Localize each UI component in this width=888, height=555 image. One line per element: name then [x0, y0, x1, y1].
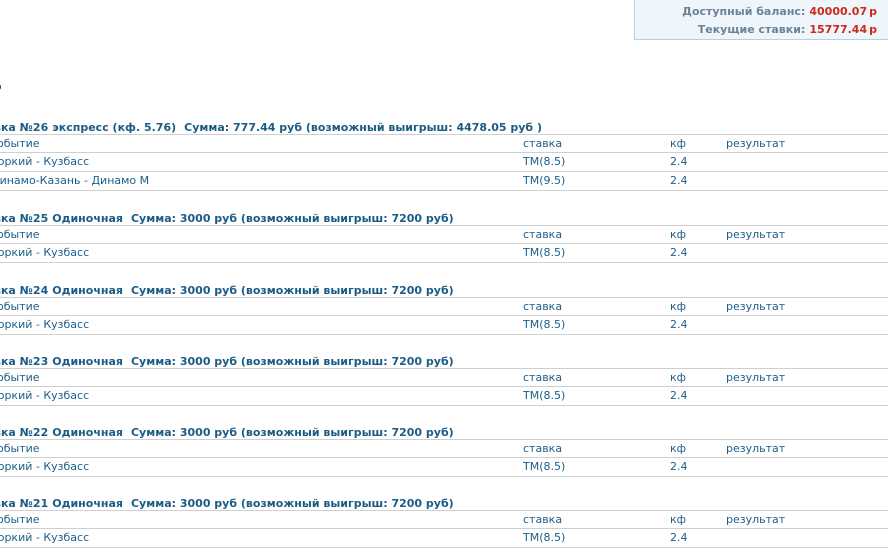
bet-table-header: событие ставка кф результат	[0, 225, 888, 244]
row-stake: ТМ(8.5)	[523, 389, 566, 402]
bet-sum: Сумма: 3000 руб (возможный выигрыш: 7200…	[130, 355, 454, 368]
row-kf: 2.4	[670, 246, 688, 259]
header-stake: ставка	[523, 513, 563, 526]
bet-title: вка №25Одиночная Сумма: 3000 руб (возможн…	[0, 212, 458, 226]
bet-type: Одиночная	[52, 284, 123, 297]
row-stake: ТМ(9.5)	[523, 174, 566, 187]
row-event: Горкий - Кузбасс	[0, 531, 90, 544]
header-kf: кф	[670, 300, 687, 313]
header-event: событие	[0, 300, 40, 313]
row-stake: ТМ(8.5)	[523, 155, 566, 168]
bet-title: вка №26экспресс (кф. 5.76) Сумма: 777.44 …	[0, 121, 546, 135]
header-result: результат	[726, 300, 786, 313]
row-stake: ТМ(8.5)	[523, 246, 566, 259]
bet-table-row: Горкий - Кузбасс ТМ(8.5) 2.4	[0, 529, 888, 548]
bet-table-header: событие ставка кф результат	[0, 134, 888, 153]
bet-table-header: событие ставка кф результат	[0, 368, 888, 387]
header-stake: ставка	[523, 228, 563, 241]
bet-table-header: событие ставка кф результат	[0, 510, 888, 529]
bet-title: вка №24Одиночная Сумма: 3000 руб (возможн…	[0, 284, 458, 298]
header-stake: ставка	[523, 442, 563, 455]
header-event: событие	[0, 371, 40, 384]
bet-title: вка №23Одиночная Сумма: 3000 руб (возможн…	[0, 355, 458, 369]
header-kf: кф	[670, 513, 687, 526]
bet-number: вка №23	[0, 355, 49, 368]
header-kf: кф	[670, 228, 687, 241]
current-bets-label: Текущие ставки:	[697, 23, 806, 36]
bet-number: вка №25	[0, 212, 49, 225]
row-kf: 2.4	[670, 155, 688, 168]
bet-sum: Сумма: 3000 руб (возможный выигрыш: 7200…	[130, 497, 454, 510]
row-event: Горкий - Кузбасс	[0, 389, 90, 402]
bet-table-row: Горкий - Кузбасс ТМ(8.5) 2.4	[0, 244, 888, 263]
header-kf: кф	[670, 137, 687, 150]
available-balance-value: 40000.07	[809, 5, 868, 18]
bet-type: Одиночная	[52, 497, 123, 510]
available-balance-currency: р	[869, 5, 877, 18]
header-kf: кф	[670, 442, 687, 455]
bet-type: Одиночная	[52, 212, 123, 225]
row-event: Горкий - Кузбасс	[0, 460, 90, 473]
current-bets-currency: р	[869, 23, 877, 36]
row-kf: 2.4	[670, 531, 688, 544]
row-event: Горкий - Кузбасс	[0, 155, 90, 168]
bet-number: вка №24	[0, 284, 49, 297]
balance-panel: Доступный баланс: 40000.07 р Текущие ставк…	[634, 0, 888, 40]
header-event: событие	[0, 228, 40, 241]
header-stake: ставка	[523, 137, 563, 150]
row-kf: 2.4	[670, 174, 688, 187]
header-stake: ставка	[523, 371, 563, 384]
section-heading-fragment: о	[0, 80, 2, 94]
bet-number: вка №26	[0, 121, 49, 134]
header-result: результат	[726, 513, 786, 526]
header-event: событие	[0, 442, 40, 455]
bet-type: Одиночная	[52, 426, 123, 439]
bet-sum: Сумма: 3000 руб (возможный выигрыш: 7200…	[130, 426, 454, 439]
header-event: событие	[0, 513, 40, 526]
bet-type: экспресс (кф. 5.76)	[52, 121, 177, 134]
current-bets-balance: Текущие ставки: 15777.44 р	[698, 23, 877, 37]
row-kf: 2.4	[670, 460, 688, 473]
header-event: событие	[0, 137, 40, 150]
bet-table-header: событие ставка кф результат	[0, 439, 888, 458]
row-event: Динамо-Казань - Динамо М	[0, 174, 150, 187]
available-balance: Доступный баланс: 40000.07 р	[682, 5, 877, 19]
header-result: результат	[726, 228, 786, 241]
header-result: результат	[726, 371, 786, 384]
bet-sum: Сумма: 3000 руб (возможный выигрыш: 7200…	[130, 212, 454, 225]
header-stake: ставка	[523, 300, 563, 313]
bet-table-row: Динамо-Казань - Динамо М ТМ(9.5) 2.4	[0, 172, 888, 191]
bet-sum: Сумма: 777.44 руб (возможный выигрыш: 44…	[184, 121, 542, 134]
bet-number: вка №21	[0, 497, 49, 510]
row-event: Горкий - Кузбасс	[0, 246, 90, 259]
bet-table-row: Горкий - Кузбасс ТМ(8.5) 2.4	[0, 316, 888, 335]
header-result: результат	[726, 137, 786, 150]
header-result: результат	[726, 442, 786, 455]
bet-title: вка №21Одиночная Сумма: 3000 руб (возможн…	[0, 497, 458, 511]
bet-table-row: Горкий - Кузбасс ТМ(8.5) 2.4	[0, 153, 888, 172]
row-kf: 2.4	[670, 318, 688, 331]
bet-title: вка №22Одиночная Сумма: 3000 руб (возможн…	[0, 426, 458, 440]
bet-table-row: Горкий - Кузбасс ТМ(8.5) 2.4	[0, 387, 888, 406]
bet-table-header: событие ставка кф результат	[0, 297, 888, 316]
available-balance-label: Доступный баланс:	[682, 5, 806, 18]
bet-table-row: Горкий - Кузбасс ТМ(8.5) 2.4	[0, 458, 888, 477]
bet-type: Одиночная	[52, 355, 123, 368]
row-stake: ТМ(8.5)	[523, 531, 566, 544]
row-kf: 2.4	[670, 389, 688, 402]
bet-sum: Сумма: 3000 руб (возможный выигрыш: 7200…	[130, 284, 454, 297]
row-stake: ТМ(8.5)	[523, 460, 566, 473]
header-kf: кф	[670, 371, 687, 384]
current-bets-value: 15777.44	[809, 23, 868, 36]
row-event: Горкий - Кузбасс	[0, 318, 90, 331]
bet-number: вка №22	[0, 426, 49, 439]
row-stake: ТМ(8.5)	[523, 318, 566, 331]
